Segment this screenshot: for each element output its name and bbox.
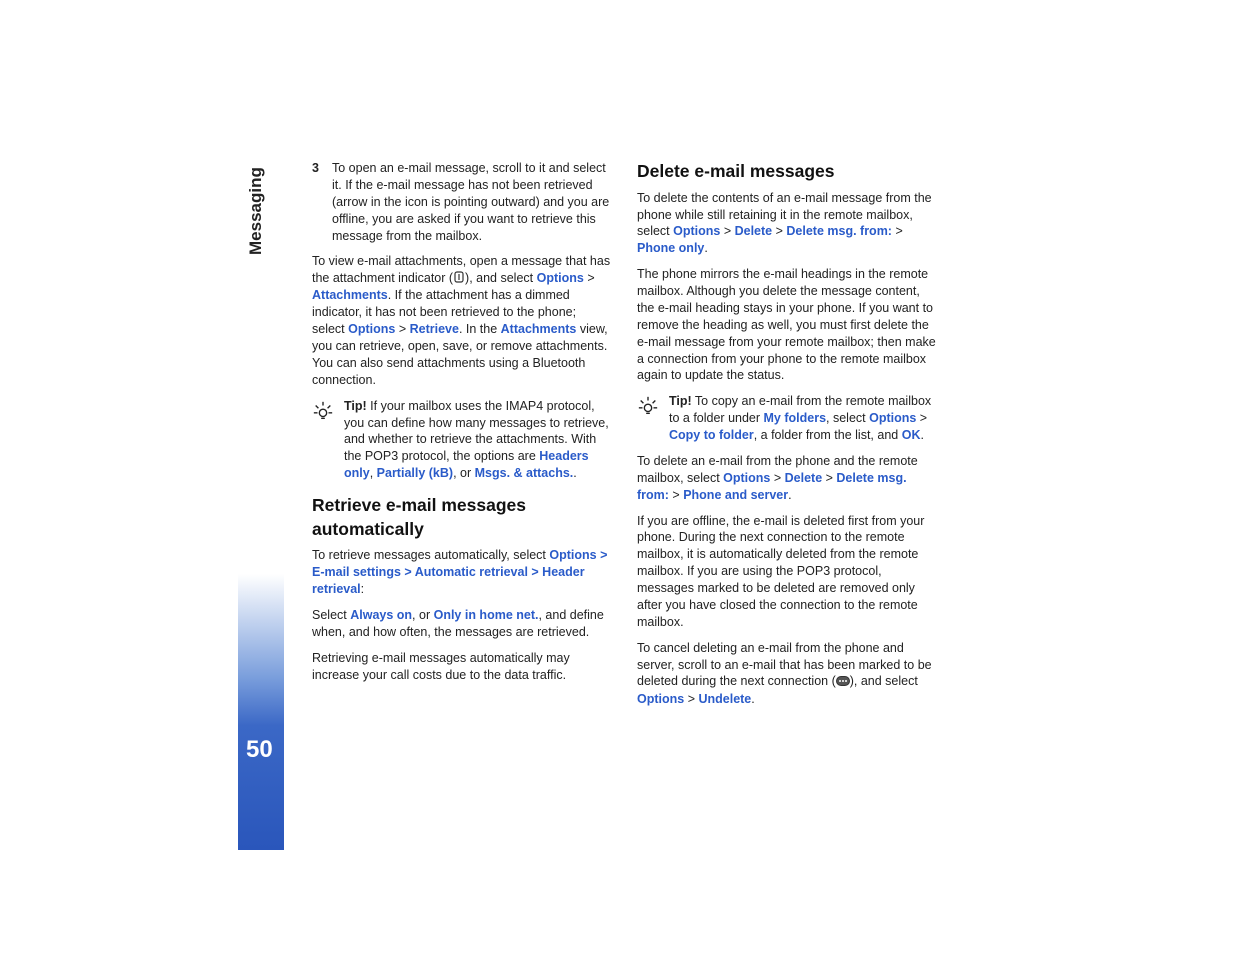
link-options-2: Options <box>348 322 395 336</box>
link-partially-kb: Partially (kB) <box>377 466 453 480</box>
delete-p2: The phone mirrors the e-mail headings in… <box>637 266 937 384</box>
link-undelete: Undelete <box>698 692 751 706</box>
tip-text: Tip! To copy an e-mail from the remote m… <box>669 393 937 444</box>
tip-icon <box>312 398 334 482</box>
link-options-undel: Options <box>637 692 684 706</box>
link-options-d3: Options <box>723 471 770 485</box>
link-phone-only: Phone only <box>637 241 704 255</box>
link-always-on: Always on <box>350 608 412 622</box>
link-my-folders: My folders <box>764 411 827 425</box>
retrieve-auto-p2: Select Always on, or Only in home net., … <box>312 607 612 641</box>
tip-icon <box>637 393 659 444</box>
retrieve-auto-p3: Retrieving e-mail messages automatically… <box>312 650 612 684</box>
delete-p4: If you are offline, the e-mail is delete… <box>637 513 937 631</box>
link-msgs-attachs: Msgs. & attachs. <box>475 466 574 480</box>
retrieve-auto-p1: To retrieve messages automatically, sele… <box>312 547 612 598</box>
link-options-d1: Options <box>673 224 720 238</box>
link-attachments-view: Attachments <box>501 322 577 336</box>
delete-p1: To delete the contents of an e-mail mess… <box>637 190 937 258</box>
delete-p5: To cancel deleting an e-mail from the ph… <box>637 640 937 708</box>
link-phone-and-server: Phone and server <box>683 488 788 502</box>
link-delete-d1: Delete <box>735 224 773 238</box>
tip-imap4: Tip! If your mailbox uses the IMAP4 prot… <box>312 398 612 482</box>
section-label: Messaging <box>246 167 266 255</box>
link-ok: OK <box>902 428 921 442</box>
heading-retrieve-auto: Retrieve e-mail messages automatically <box>312 494 612 541</box>
tip-text: Tip! If your mailbox uses the IMAP4 prot… <box>344 398 612 482</box>
heading-delete-email: Delete e-mail messages <box>637 160 937 184</box>
attachment-paragraph: To view e-mail attachments, open a messa… <box>312 253 612 388</box>
link-options: Options <box>537 271 584 285</box>
link-attachments: Attachments <box>312 288 388 302</box>
delete-marked-icon <box>836 674 850 691</box>
link-only-home-net: Only in home net. <box>434 608 539 622</box>
page-number: 50 <box>246 736 273 764</box>
step-text: To open an e-mail message, scroll to it … <box>332 160 612 244</box>
link-delete-d3: Delete <box>785 471 823 485</box>
step-3: 3 To open an e-mail message, scroll to i… <box>312 160 612 244</box>
page-content: 3 To open an e-mail message, scroll to i… <box>238 160 958 850</box>
tip-copy-folder: Tip! To copy an e-mail from the remote m… <box>637 393 937 444</box>
column-left: 3 To open an e-mail message, scroll to i… <box>312 160 612 850</box>
column-right: Delete e-mail messages To delete the con… <box>637 160 937 850</box>
link-options-t2: Options <box>869 411 916 425</box>
link-delete-msg-from: Delete msg. from: <box>786 224 892 238</box>
link-retrieve: Retrieve <box>410 322 459 336</box>
link-copy-to-folder: Copy to folder <box>669 428 754 442</box>
delete-p3: To delete an e-mail from the phone and t… <box>637 453 937 504</box>
step-number: 3 <box>312 160 324 244</box>
attachment-indicator-icon <box>453 271 465 288</box>
